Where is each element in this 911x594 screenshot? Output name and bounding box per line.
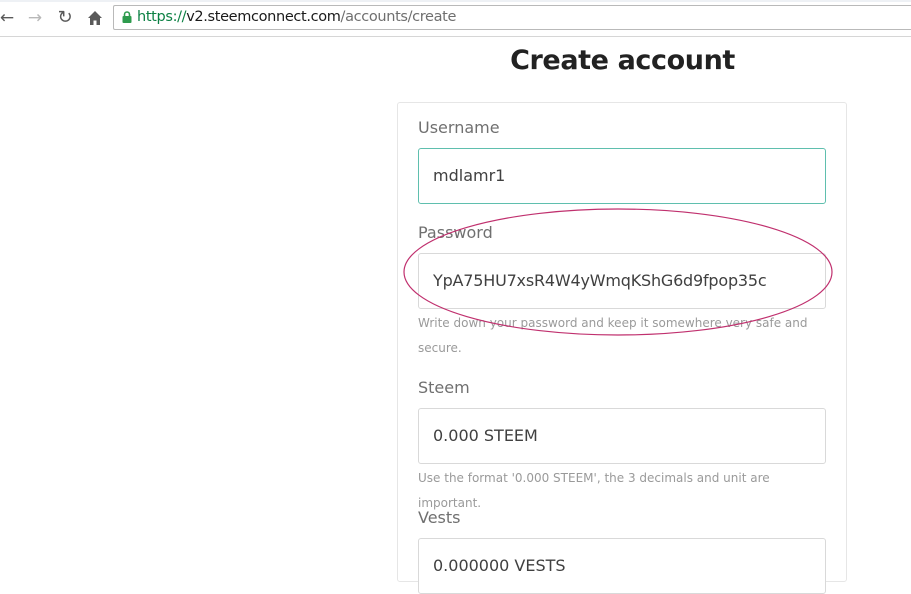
page-title: Create account [510,45,735,76]
forward-icon[interactable]: → [24,7,46,29]
url-path: /accounts/create [340,9,457,25]
steem-field[interactable]: 0.000 STEEM [418,408,826,464]
steem-help-text: Use the format '0.000 STEEM', the 3 deci… [418,471,770,510]
tab-strip-edge [0,0,911,2]
vests-label: Vests [418,508,461,527]
username-label: Username [418,118,500,137]
url-scheme: https:// [137,9,187,25]
back-icon[interactable]: ← [0,7,18,29]
lock-icon [122,11,132,23]
home-icon[interactable] [84,7,106,29]
annotation-ellipse [403,208,833,336]
username-field[interactable]: mdlamr1 [418,148,826,204]
address-bar[interactable]: https://v2.steemconnect.com/accounts/cre… [113,5,911,30]
reload-icon[interactable]: ↻ [54,7,76,29]
vests-field[interactable]: 0.000000 VESTS [418,538,826,594]
steem-label: Steem [418,378,470,397]
browser-toolbar: ← → ↻ https://v2.steemconnect.com/accoun… [0,0,911,37]
url-host: v2.steemconnect.com [186,9,341,25]
url-text: https://v2.steemconnect.com/accounts/cre… [137,9,456,26]
